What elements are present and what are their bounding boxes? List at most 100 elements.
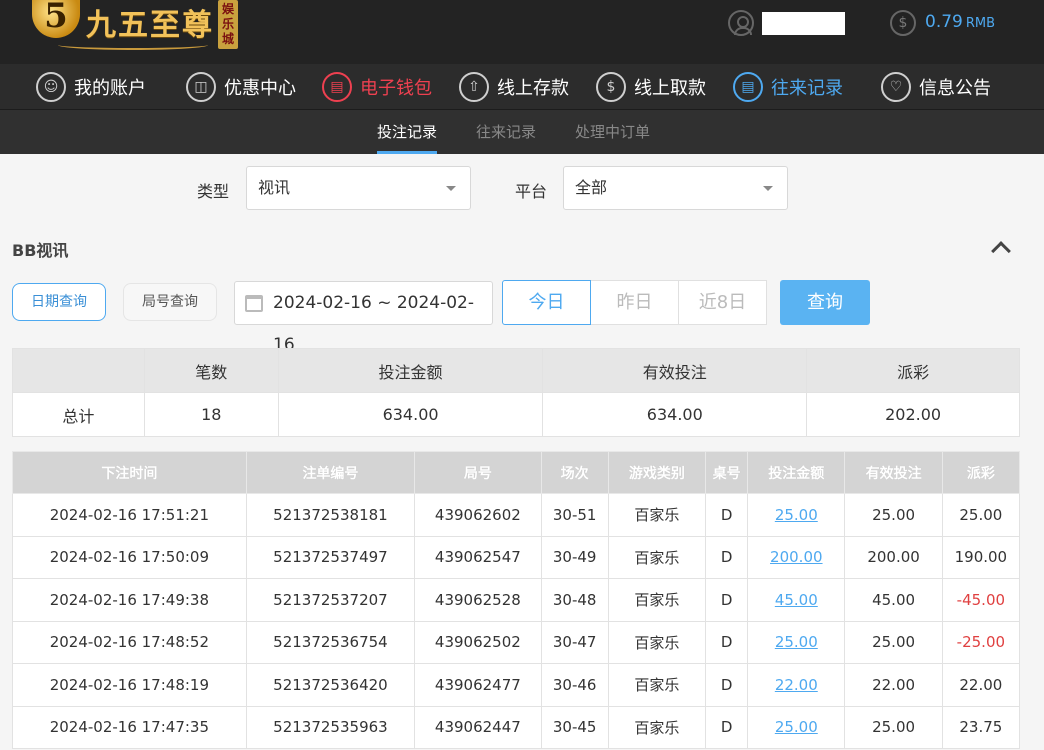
balance-amount: 0.79 (925, 12, 963, 32)
table-cell: 25.00 (844, 705, 943, 749)
table-cell: 百家乐 (607, 578, 707, 622)
bet-amount-link[interactable]: 200.00 (747, 535, 846, 579)
table-cell: 百家乐 (607, 663, 707, 707)
table-cell: 25.00 (844, 620, 943, 664)
bet-amount-link[interactable]: 45.00 (747, 578, 846, 622)
nav-my-account[interactable]: ☺ 我的账户 (36, 64, 146, 110)
table-cell: 25.00 (844, 493, 943, 537)
gift-icon: ◫ (186, 72, 216, 102)
column-header: 注单编号 (245, 451, 416, 494)
table-cell: 2024-02-16 17:47:35 (12, 705, 247, 749)
range-8days-button[interactable]: 近8日 (678, 280, 767, 325)
tab-transaction-records[interactable]: 往来记录 (476, 110, 536, 154)
table-cell: 439062602 (414, 493, 542, 537)
nav-label: 线上取款 (634, 78, 706, 99)
table-cell: 30-45 (540, 705, 609, 749)
table-cell: D (705, 535, 749, 579)
table-cell: 190.00 (941, 535, 1021, 579)
summary-header-cell: 投注金额 (277, 348, 544, 393)
table-cell: 百家乐 (607, 620, 707, 664)
withdraw-icon: $ (596, 72, 626, 102)
table-cell: 30-46 (540, 663, 609, 707)
nav-label: 往来记录 (771, 78, 843, 99)
table-cell: 521372536754 (245, 620, 416, 664)
date-query-button[interactable]: 日期查询 (12, 283, 106, 321)
date-range-shortcuts: 今日 昨日 近8日 (502, 280, 767, 325)
nav-e-wallet[interactable]: ▤ 电子钱包 (322, 64, 432, 110)
summary-header-cell: 笔数 (143, 348, 279, 393)
content-area: 类型 视讯 平台 全部 BB视讯 日期查询 局号查询 2024-02-16 ~ … (0, 154, 1044, 750)
nav-online-withdraw[interactable]: $ 线上取款 (596, 64, 706, 110)
column-header: 局号 (414, 451, 542, 494)
user-avatar-icon[interactable] (728, 10, 754, 36)
logo-tag: 娱乐城 (218, 0, 238, 49)
summary-table: 笔数 投注金额 有效投注 派彩 总计 18 634.00 634.00 202.… (12, 348, 1020, 437)
round-query-button[interactable]: 局号查询 (123, 283, 217, 321)
nav-transaction-records[interactable]: ▤ 往来记录 (733, 64, 843, 110)
bet-amount-link[interactable]: 25.00 (747, 493, 846, 537)
table-cell: 439062502 (414, 620, 542, 664)
logo-text: 九五至尊 (86, 8, 214, 43)
table-cell: 2024-02-16 17:50:09 (12, 535, 247, 579)
table-cell: 22.00 (941, 663, 1021, 707)
dollar-coin-icon: $ (890, 10, 916, 36)
table-row: 2024-02-16 17:50:09 521372537497 439062547… (12, 535, 1021, 579)
main-nav: ☺ 我的账户 ◫ 优惠中心 ▤ 电子钱包 ⇧ 线上存款 $ 线上取款 ▤ 往来记… (0, 64, 1044, 110)
nav-label: 线上存款 (497, 78, 569, 99)
sub-nav: 投注记录 往来记录 处理中订单 (0, 110, 1044, 154)
bet-amount-link[interactable]: 22.00 (747, 663, 846, 707)
type-select[interactable]: 视讯 (246, 166, 471, 210)
records-icon: ▤ (733, 72, 763, 102)
table-cell: 521372537497 (245, 535, 416, 579)
wallet-icon: ▤ (322, 72, 352, 102)
date-range-input[interactable]: 2024-02-16 ~ 2024-02-16 (234, 281, 493, 355)
column-header: 下注时间 (12, 451, 247, 494)
table-cell: -45.00 (941, 578, 1021, 622)
table-cell: 521372538181 (245, 493, 416, 537)
nav-announcements[interactable]: ♡ 信息公告 (881, 64, 991, 110)
chevron-up-icon[interactable] (990, 240, 1010, 254)
platform-select-value: 全部 (575, 178, 608, 197)
bell-icon: ♡ (881, 72, 911, 102)
bet-amount-link[interactable]: 25.00 (747, 705, 846, 749)
type-label: 类型 (197, 182, 230, 201)
deposit-icon: ⇧ (459, 72, 489, 102)
nav-promotions[interactable]: ◫ 优惠中心 (186, 64, 296, 110)
platform-select[interactable]: 全部 (563, 166, 788, 210)
table-cell: -25.00 (941, 620, 1021, 664)
column-header: 投注金额 (747, 451, 846, 494)
nav-label: 我的账户 (74, 78, 146, 99)
top-bar: 5 九五至尊 娱乐城 $ 0.79 RMB (0, 0, 1044, 64)
summary-header-row: 笔数 投注金额 有效投注 派彩 (12, 348, 1020, 393)
bet-amount-link[interactable]: 25.00 (747, 620, 846, 664)
summary-cell: 202.00 (806, 392, 1020, 437)
tab-bet-records[interactable]: 投注记录 (377, 110, 438, 154)
column-header: 游戏类别 (607, 451, 707, 494)
table-row: 2024-02-16 17:47:35 521372535963 439062447… (12, 705, 1021, 749)
tab-pending-orders[interactable]: 处理中订单 (575, 110, 650, 154)
table-row: 2024-02-16 17:48:19 521372536420 439062477… (12, 663, 1021, 707)
query-button[interactable]: 查询 (780, 280, 870, 325)
table-cell: 百家乐 (607, 493, 707, 537)
range-today-button[interactable]: 今日 (502, 280, 591, 325)
table-cell: 45.00 (844, 578, 943, 622)
table-cell: 25.00 (941, 493, 1021, 537)
table-cell: 30-47 (540, 620, 609, 664)
table-header-row: 下注时间 注单编号 局号 场次 游戏类别 桌号 投注金额 有效投注 派彩 (12, 451, 1021, 494)
summary-header-cell: 派彩 (806, 348, 1020, 393)
logo-badge-icon: 5 (32, 0, 80, 38)
column-header: 场次 (540, 451, 609, 494)
calendar-icon (245, 295, 263, 312)
summary-header-cell: 有效投注 (542, 348, 808, 393)
table-cell: 2024-02-16 17:48:19 (12, 663, 247, 707)
range-yesterday-button[interactable]: 昨日 (590, 280, 679, 325)
date-range-value: 2024-02-16 ~ 2024-02-16 (273, 293, 475, 355)
table-row: 2024-02-16 17:51:21 521372538181 439062602… (12, 493, 1021, 537)
balance-currency: RMB (965, 16, 996, 31)
table-cell: 2024-02-16 17:51:21 (12, 493, 247, 537)
bet-records-table: 下注时间 注单编号 局号 场次 游戏类别 桌号 投注金额 有效投注 派彩 202… (12, 451, 1021, 749)
table-cell: 439062528 (414, 578, 542, 622)
table-cell: 22.00 (844, 663, 943, 707)
section-title: BB视讯 (12, 241, 69, 260)
nav-online-deposit[interactable]: ⇧ 线上存款 (459, 64, 569, 110)
